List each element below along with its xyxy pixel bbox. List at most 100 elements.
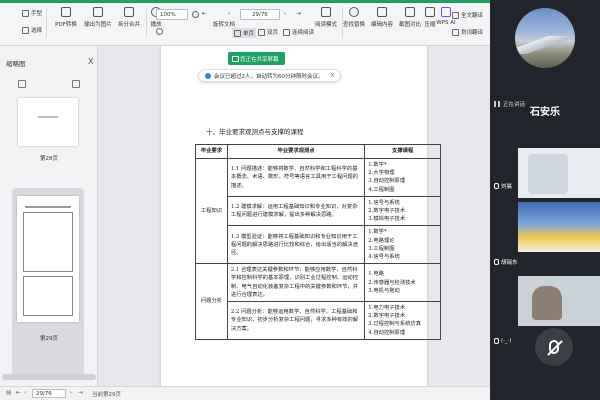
chevron-right-icon: › xyxy=(284,11,287,17)
thumbnail-expand-icon[interactable] xyxy=(72,80,80,88)
hand-tool-button[interactable]: 手型 xyxy=(22,9,42,17)
microphone-mute-button[interactable] xyxy=(535,328,573,366)
thumbnail-panel: 缩略图 X 第28页 第29页 xyxy=(0,46,98,386)
notice-close-button[interactable]: X xyxy=(331,73,335,79)
ai-icon xyxy=(441,7,451,17)
continuous-icon xyxy=(283,28,290,36)
mic-icon xyxy=(494,338,499,344)
courses-cell: 1.数学* 2.电路理论 3.工程制图 4.信号与系统 xyxy=(364,225,441,265)
course-item: 1.数学* xyxy=(368,229,387,236)
pdf-convert-button[interactable]: PDF转换 xyxy=(48,7,84,28)
table-row: 工程知识 1.1 问题描述：能够将数学、自然科学和工程科学的基本概念、术语、数形… xyxy=(195,157,441,265)
status-page-input[interactable]: 29/76 xyxy=(32,389,66,398)
requirements-table: 毕业要求 毕业要求观测点 支撑课程 工程知识 1.1 问题描述：能够将数学、自然… xyxy=(195,144,441,340)
thumbnail-table xyxy=(23,276,73,316)
status-bar: ▤ ⇤ ‹ 29/76 › ⇥ 当前第29页 xyxy=(0,386,490,400)
course-item: 4.信号与系统 xyxy=(368,254,400,261)
thumbnail-panel-close-button[interactable]: X xyxy=(88,57,93,66)
section-heading: 十、毕业要求观测点与支撑的课程 xyxy=(206,128,304,136)
thumbnail-scrollbar[interactable] xyxy=(2,374,96,380)
edit-icon xyxy=(377,7,387,17)
main-participant-avatar[interactable] xyxy=(515,8,575,68)
rotate-doc-button[interactable]: 旋转文档 xyxy=(206,20,242,28)
zoom-out-button[interactable] xyxy=(156,28,163,35)
document-viewport: 您正在共享屏幕 会议已超过2人，自动转为60分钟限时会议。 X 十、毕业要求观测… xyxy=(98,46,490,386)
single-page-icon xyxy=(234,29,241,37)
observation-point-cell: 1.2 建模求解：运用工程基础知识和专业知识，对复杂工程问题进行建模求解，提出多… xyxy=(226,195,366,227)
course-item: 2.电路理论 xyxy=(368,237,395,244)
table-row: 2.2 问题分析：能够运用数学、自然科学、工程基础和专业知识，初步分析复杂工程问… xyxy=(196,301,441,340)
current-page-info: 当前第29页 xyxy=(92,392,121,398)
double-page-button[interactable]: 双页 xyxy=(258,28,278,36)
draw-translate-button[interactable]: 划词翻译 xyxy=(452,28,483,36)
mic-icon xyxy=(494,259,499,265)
thumbnail-panel-title: 缩略图 xyxy=(6,60,26,68)
course-item: 2.大学物理 xyxy=(368,170,395,177)
select-tool-button[interactable]: 选择 xyxy=(22,26,42,34)
first-page-icon[interactable]: ⇤ xyxy=(16,390,21,396)
participant-video-3[interactable] xyxy=(518,276,600,326)
single-page-button[interactable]: 单页 xyxy=(232,28,257,38)
participant-video-frame xyxy=(528,154,568,194)
meeting-notice: 会议已超过2人，自动转为60分钟限时会议。 X xyxy=(198,69,342,82)
first-page-button[interactable]: ⇤ xyxy=(202,11,207,17)
course-item: 3.模拟电子技术 xyxy=(368,216,406,223)
search-icon xyxy=(349,7,359,17)
observation-point-cell: 1.3 模型验证：能够将工程基础知识和专业知识用于工程问题的解决思路进行比较和综… xyxy=(226,225,366,265)
thumbnail-line xyxy=(25,206,71,208)
participant-label-1: 刘晨 xyxy=(494,182,512,190)
zoom-in-button[interactable] xyxy=(192,11,199,18)
next-page-icon[interactable]: › xyxy=(70,390,72,396)
pdf-convert-icon xyxy=(61,7,71,17)
next-page-button[interactable]: › xyxy=(284,11,286,17)
courses-cell: 1.数学* 2.大学物理 3.自动控制原理 4.工程制图 xyxy=(364,158,441,197)
toolbar-divider xyxy=(46,8,47,38)
info-icon xyxy=(205,72,211,79)
last-page-button[interactable]: ⇥ xyxy=(296,11,301,17)
zoom-select[interactable]: 100% xyxy=(156,9,188,20)
page-number-input[interactable]: 29/76 xyxy=(240,9,280,20)
thumbnail-view-icon[interactable] xyxy=(18,80,26,88)
double-page-icon xyxy=(258,28,265,36)
main-toolbar: 手型 选择 PDF转换 输出为图片 拆分合并 播放 100% ⇤ ‹ 29/76… xyxy=(0,0,490,46)
page-thumbnail-29[interactable] xyxy=(17,196,79,322)
mic-icon xyxy=(494,183,499,189)
course-item: 2.传感器与检测技术 xyxy=(368,279,416,286)
course-item: 2.数字电子技术 xyxy=(368,313,406,320)
participant-label-3: (·_·) xyxy=(494,338,512,344)
course-item: 2.数字电子技术 xyxy=(368,208,406,215)
translate-icon xyxy=(452,11,459,19)
zoom-in-icon xyxy=(192,11,199,18)
course-item: 3.自动控制原理 xyxy=(368,178,406,185)
table-header-cell: 毕业要求 xyxy=(195,144,228,159)
course-item: 1.数学* xyxy=(368,162,387,168)
courses-cell: 1.电力电子技术 2.数字电子技术 3.过程控制与系统仿真 4.自动控制原理 xyxy=(364,301,441,340)
participant-video-1[interactable] xyxy=(518,148,600,198)
first-page-icon: ⇤ xyxy=(202,11,207,17)
split-merge-icon xyxy=(124,7,134,17)
course-item: 3.工程制图 xyxy=(368,245,395,252)
observation-point-cell: 2.2 问题分析：能够运用数学、自然科学、工程基础和专业知识，初步分析复杂工程问… xyxy=(226,301,366,340)
cursor-icon xyxy=(22,26,29,34)
top-accent-bar xyxy=(0,0,490,3)
full-translate-button[interactable]: 全文翻译 xyxy=(452,11,483,19)
page-thumbnail-28[interactable] xyxy=(18,98,78,146)
last-page-icon[interactable]: ⇥ xyxy=(78,390,83,396)
thumbnail-line xyxy=(38,116,58,118)
participant-silhouette xyxy=(532,286,562,320)
image-export-icon xyxy=(93,7,103,17)
requirement-name-cell: 工程知识 xyxy=(195,157,228,265)
prev-page-button[interactable]: ‹ xyxy=(228,11,230,17)
table-header-row: 毕业要求 毕业要求观测点 支撑课程 xyxy=(195,144,441,159)
translate-icon xyxy=(452,28,459,36)
courses-cell: 1.信号与系统 2.数字电子技术 3.模拟电子技术 xyxy=(364,195,441,227)
course-item: 1.信号与系统 xyxy=(368,199,400,206)
screen-share-indicator[interactable]: 您正在共享屏幕 xyxy=(228,52,285,65)
mic-off-icon xyxy=(549,340,559,354)
continuous-read-button[interactable]: 连续阅读 xyxy=(283,28,314,36)
course-item: 1.电力电子技术 xyxy=(368,305,406,312)
sidebar-toggle-icon[interactable]: ▤ xyxy=(6,390,11,396)
participant-video-2[interactable] xyxy=(518,202,600,252)
mountain-scene-image xyxy=(515,8,575,68)
prev-page-icon[interactable]: ‹ xyxy=(24,390,26,396)
